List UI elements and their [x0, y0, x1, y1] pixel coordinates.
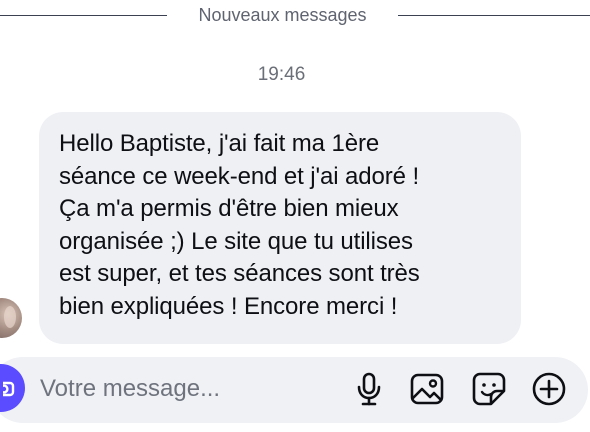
microphone-button[interactable]	[351, 371, 387, 407]
divider-line-right	[398, 15, 590, 16]
plus-circle-icon	[532, 372, 566, 406]
message-text: Hello Baptiste, j'ai fait ma 1ère séance…	[59, 130, 420, 320]
sticker-icon	[472, 372, 506, 406]
sender-avatar[interactable]	[0, 298, 22, 338]
message-input[interactable]	[40, 373, 340, 405]
image-icon	[410, 373, 444, 405]
microphone-icon	[357, 372, 381, 406]
chat-screen: Nouveaux messages 19:46 Hello Baptiste, …	[0, 0, 590, 432]
image-button[interactable]	[409, 371, 445, 407]
sticker-button[interactable]	[471, 371, 507, 407]
new-messages-label: Nouveaux messages	[198, 5, 367, 25]
incoming-message-bubble[interactable]: Hello Baptiste, j'ai fait ma 1ère séance…	[39, 112, 521, 344]
add-attachment-button[interactable]	[531, 371, 567, 407]
divider-line-left	[0, 15, 167, 16]
camera-icon	[3, 381, 15, 397]
new-messages-divider: Nouveaux messages	[0, 0, 590, 30]
message-timestamp: 19:46	[257, 64, 306, 85]
